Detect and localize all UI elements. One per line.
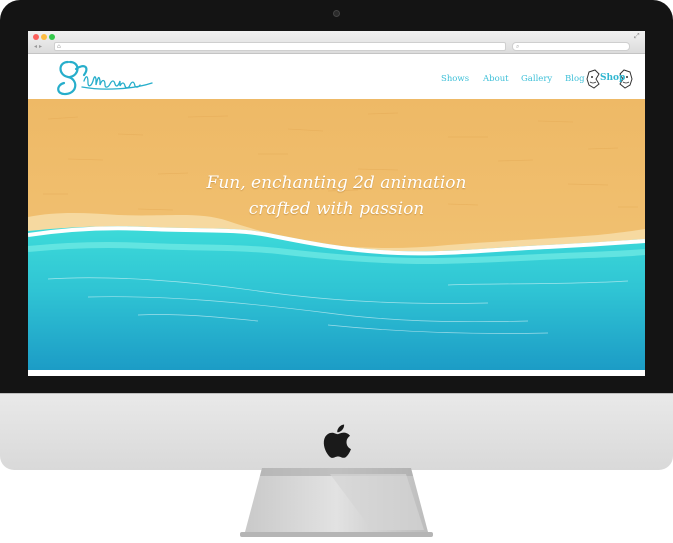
- hero-banner: Fun, enchanting 2d animation crafted wit…: [28, 99, 645, 370]
- site-logo[interactable]: [54, 59, 158, 97]
- maximize-window-button[interactable]: [49, 34, 55, 40]
- nav-link-about[interactable]: About: [483, 74, 509, 88]
- site-header: Shows About Gallery Blog Shop: [28, 54, 645, 99]
- screen: ◂▸ ⌂ ⌕ ⤢ Shows About Gallery Blog Shop F…: [28, 31, 645, 376]
- minimize-window-button[interactable]: [41, 34, 47, 40]
- beach-illustration: [28, 99, 645, 370]
- hero-heading-line-1: Fun, enchanting 2d animation: [206, 173, 467, 193]
- address-bar[interactable]: ⌂: [54, 42, 506, 51]
- hero-heading-line-2: crafted with passion: [248, 199, 425, 219]
- nav-link-gallery[interactable]: Gallery: [521, 74, 552, 88]
- imac-mockup: ◂▸ ⌂ ⌕ ⤢ Shows About Gallery Blog Shop F…: [0, 0, 673, 543]
- nav-link-blog[interactable]: Blog: [565, 74, 585, 88]
- nav-link-shop[interactable]: Shop: [600, 73, 625, 83]
- close-window-button[interactable]: [33, 34, 39, 40]
- nav-link-shows[interactable]: Shows: [441, 74, 469, 88]
- fullscreen-icon[interactable]: ⤢: [634, 32, 640, 41]
- back-forward-icon[interactable]: ◂▸: [34, 43, 52, 51]
- page-bottom-strip: [28, 370, 645, 376]
- camera-icon: [333, 10, 340, 17]
- monitor-stand: [240, 468, 433, 537]
- browser-toolbar: ◂▸ ⌂ ⌕ ⤢: [28, 31, 645, 54]
- search-icon: ⌕: [516, 43, 520, 50]
- search-input[interactable]: ⌕: [512, 42, 630, 51]
- apple-logo-icon: [323, 424, 351, 458]
- page-icon: ⌂: [57, 43, 61, 50]
